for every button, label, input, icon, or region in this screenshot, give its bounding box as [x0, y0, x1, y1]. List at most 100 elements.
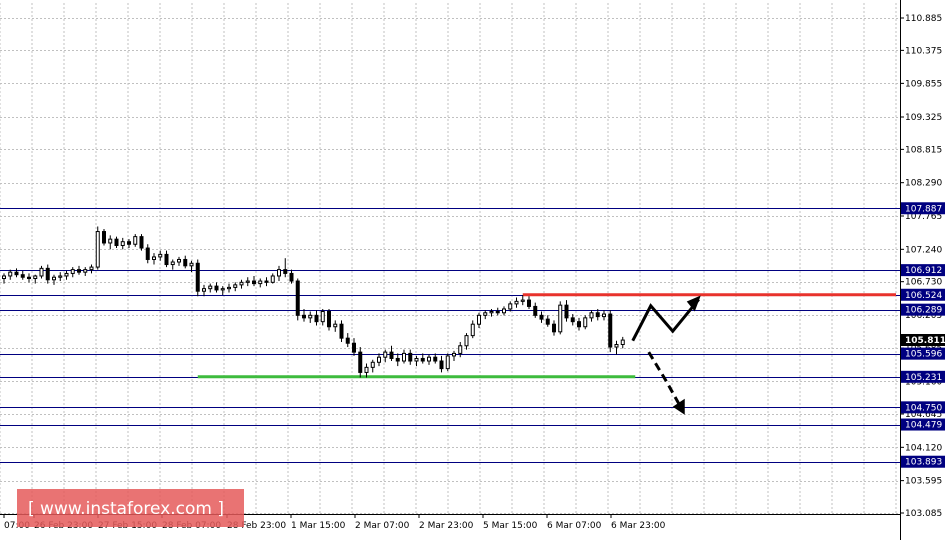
candle	[589, 312, 594, 319]
y-tick-label: 103.595	[905, 477, 942, 487]
x-tick-label: 6 Mar 07:00	[547, 521, 602, 531]
candle	[408, 352, 413, 362]
candle	[514, 300, 519, 305]
y-tick-label: 110.885	[905, 14, 942, 24]
candle	[120, 241, 125, 247]
y-tick-label: 103.085	[905, 509, 942, 519]
candle	[208, 285, 213, 290]
level-price-label: 106.912	[905, 266, 942, 276]
candle	[545, 318, 550, 325]
chart-canvas: 110.885 110.375 109.855 109.325 108.815 108.2…	[0, 0, 946, 540]
candle	[64, 272, 69, 277]
forex-chart: 110.885 110.375 109.855 109.325 108.815 108.2…	[0, 0, 946, 540]
candle	[233, 284, 238, 288]
candle	[620, 339, 625, 346]
candle	[502, 308, 506, 314]
candle	[164, 253, 169, 266]
candle	[170, 261, 175, 266]
candle	[33, 275, 38, 280]
candle	[8, 271, 13, 277]
candle	[108, 238, 113, 244]
candle	[295, 280, 300, 316]
candle	[270, 275, 275, 283]
candle	[220, 288, 225, 291]
candle	[333, 323, 338, 328]
y-tick-label: 106.730	[905, 278, 942, 288]
level-price-label: 106.289	[905, 306, 942, 316]
candle	[508, 303, 513, 310]
candle	[152, 256, 156, 260]
candle	[527, 299, 531, 307]
current-price-label: 105.811	[905, 336, 946, 346]
candle	[139, 236, 144, 249]
candle	[352, 342, 356, 353]
candle	[183, 258, 188, 267]
candle	[2, 275, 6, 280]
candle	[552, 323, 556, 333]
candle	[470, 323, 475, 337]
candle	[58, 275, 63, 278]
x-tick-label: 5 Mar 15:00	[483, 521, 538, 531]
candle	[277, 269, 281, 277]
y-tick-label: 107.240	[905, 245, 942, 255]
candle	[45, 267, 50, 281]
candle	[308, 314, 313, 319]
candle	[402, 352, 406, 362]
y-tick-label: 109.325	[905, 113, 942, 123]
candle	[264, 280, 269, 283]
candle	[345, 337, 350, 344]
candle	[245, 280, 250, 283]
y-tick-label: 108.290	[905, 179, 942, 189]
candle	[608, 313, 613, 348]
candle	[389, 351, 394, 359]
candle	[464, 335, 469, 347]
candle	[327, 311, 331, 328]
candle	[458, 345, 463, 354]
candle	[414, 357, 419, 362]
y-tick-label: 110.375	[905, 46, 942, 56]
candle	[214, 285, 219, 291]
candle	[302, 314, 306, 319]
candle	[364, 366, 369, 373]
candle	[14, 271, 19, 276]
candle	[495, 311, 500, 314]
candle	[583, 317, 588, 328]
candle	[520, 299, 525, 302]
candle	[477, 314, 481, 325]
candle	[339, 323, 344, 339]
candle	[189, 262, 194, 267]
candle	[145, 247, 150, 260]
candle	[445, 355, 450, 370]
candle	[283, 269, 288, 274]
instaforex-watermark-text: [ www.instaforex.com ]	[28, 499, 224, 519]
candle	[427, 356, 431, 362]
level-price-label: 105.596	[905, 350, 942, 360]
candle	[52, 276, 56, 281]
x-tick-label: 6 Mar 23:00	[611, 521, 666, 531]
candle	[577, 321, 581, 328]
candle	[439, 360, 444, 370]
candle	[239, 281, 244, 286]
x-tick-label: 1 Mar 15:00	[291, 521, 346, 531]
x-tick-label: 2 Mar 23:00	[419, 521, 474, 531]
candle	[289, 272, 294, 282]
candle	[89, 266, 94, 271]
y-tick-label: 109.855	[905, 79, 942, 89]
candle	[252, 280, 256, 285]
candle	[114, 238, 119, 247]
candle	[314, 314, 319, 323]
candle	[77, 269, 81, 273]
candle	[202, 288, 206, 292]
candle	[433, 356, 438, 362]
candle	[558, 304, 563, 333]
level-price-label: 105.231	[905, 373, 942, 383]
candle	[595, 312, 600, 318]
level-price-label: 104.479	[905, 421, 942, 431]
candle	[177, 258, 181, 263]
candle	[533, 305, 538, 316]
candle	[358, 351, 363, 373]
candle	[227, 286, 231, 290]
candle	[39, 267, 44, 277]
level-price-label: 104.750	[905, 403, 942, 413]
candle	[452, 352, 456, 357]
